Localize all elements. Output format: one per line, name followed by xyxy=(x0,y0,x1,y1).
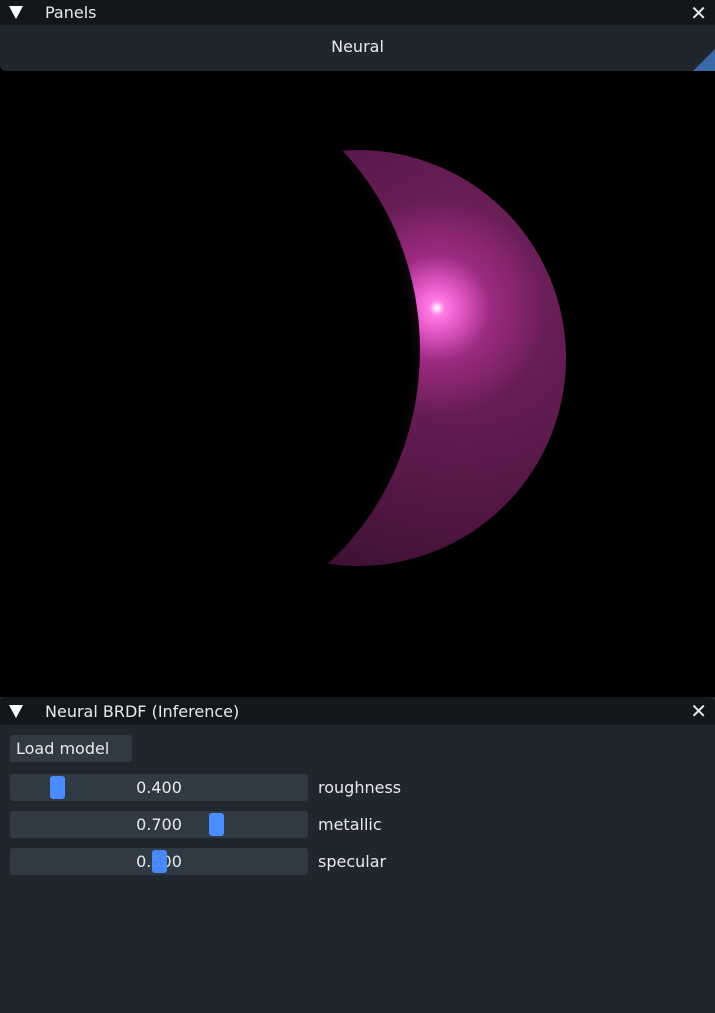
panel-title: Neural BRDF (Inference) xyxy=(45,701,240,721)
slider-grab[interactable] xyxy=(152,850,167,873)
specular-slider[interactable]: 0.500 xyxy=(10,848,308,875)
roughness-slider[interactable]: 0.400 xyxy=(10,774,308,801)
slider-value: 0.700 xyxy=(136,815,182,834)
collapse-triangle-icon[interactable] xyxy=(9,704,23,718)
slider-label: roughness xyxy=(318,778,402,797)
slider-label: specular xyxy=(318,852,387,871)
collapse-triangle-icon[interactable] xyxy=(9,6,23,19)
neural-brdf-panel: Neural BRDF (Inference) ✕ Load model 0.4… xyxy=(0,697,715,1013)
load-model-button[interactable]: Load model xyxy=(10,735,132,762)
slider-value: 0.400 xyxy=(136,778,182,797)
window-title: Panels xyxy=(45,3,97,22)
sphere-shadow xyxy=(150,150,566,566)
close-icon[interactable]: ✕ xyxy=(690,701,707,721)
metallic-slider[interactable]: 0.700 xyxy=(10,811,308,838)
tab-neural[interactable]: Neural xyxy=(0,37,715,56)
tab-bar: Neural xyxy=(0,25,715,71)
panel-titlebar[interactable]: Neural BRDF (Inference) ✕ xyxy=(0,697,715,725)
resize-grip-icon[interactable] xyxy=(693,49,715,71)
slider-label: metallic xyxy=(318,815,382,834)
panels-titlebar[interactable]: Panels ✕ xyxy=(0,0,715,25)
close-icon[interactable]: ✕ xyxy=(690,3,707,23)
